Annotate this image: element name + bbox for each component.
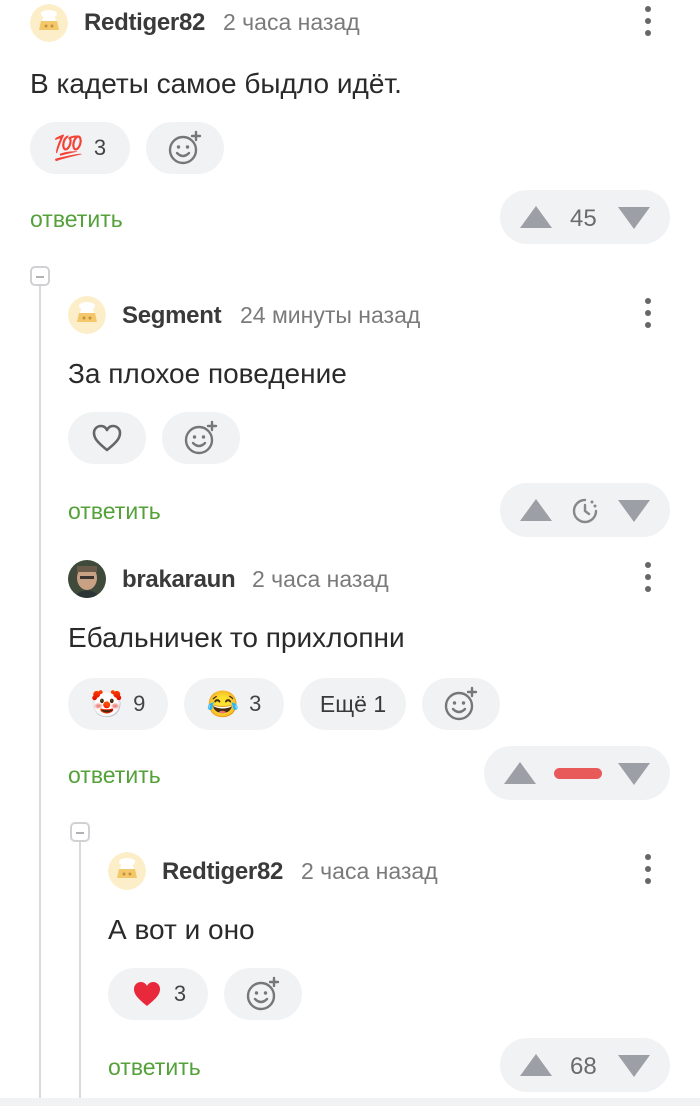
vote-widget: 68 bbox=[500, 1038, 670, 1092]
add-reaction-button[interactable] bbox=[146, 122, 224, 174]
more-vert-icon[interactable] bbox=[642, 562, 654, 596]
reply-link[interactable]: ответить bbox=[108, 1054, 201, 1081]
add-reaction-icon bbox=[246, 976, 280, 1011]
negative-rating-bar bbox=[554, 768, 602, 779]
comment-text: За плохое поведение bbox=[68, 358, 347, 389]
add-reaction-icon bbox=[168, 130, 202, 165]
upvote-icon[interactable] bbox=[504, 762, 536, 784]
vote-score: 45 bbox=[570, 205, 597, 232]
downvote-icon[interactable] bbox=[618, 1055, 650, 1077]
more-reactions-button[interactable]: Ещё 1 bbox=[300, 678, 406, 730]
downvote-icon[interactable] bbox=[618, 763, 650, 785]
reaction-pill[interactable]: 3 bbox=[108, 968, 208, 1020]
reply-link[interactable]: ответить bbox=[68, 498, 161, 525]
username[interactable]: Redtiger82 bbox=[84, 9, 205, 37]
vote-widget: 45 bbox=[500, 190, 670, 244]
username[interactable]: Redtiger82 bbox=[162, 858, 283, 886]
thread-line bbox=[39, 286, 41, 1106]
timestamp: 2 часа назад bbox=[223, 9, 360, 35]
like-button[interactable] bbox=[68, 412, 146, 464]
upvote-icon[interactable] bbox=[520, 499, 552, 521]
collapse-icon[interactable] bbox=[30, 266, 50, 286]
comment-text: Ебальничек то прихлопни bbox=[68, 622, 405, 653]
add-reaction-icon bbox=[184, 420, 218, 455]
heart-icon bbox=[133, 982, 160, 1006]
add-reaction-button[interactable] bbox=[422, 678, 500, 730]
add-reaction-icon bbox=[444, 686, 478, 721]
reaction-pill[interactable]: 💯 3 bbox=[30, 122, 130, 174]
timestamp: 2 часа назад bbox=[252, 566, 389, 592]
upvote-icon[interactable] bbox=[520, 1054, 552, 1076]
reply-link[interactable]: ответить bbox=[68, 762, 161, 789]
reaction-count: 9 bbox=[133, 691, 146, 716]
collapse-icon[interactable] bbox=[70, 822, 90, 842]
more-vert-icon[interactable] bbox=[642, 854, 654, 888]
avatar[interactable] bbox=[68, 560, 106, 598]
timestamp: 24 минуты назад bbox=[240, 302, 421, 328]
laughing-icon: 😂 bbox=[206, 688, 240, 719]
upvote-icon[interactable] bbox=[520, 206, 552, 228]
clown-icon: 🤡 bbox=[90, 688, 124, 719]
clock-icon bbox=[572, 498, 598, 524]
reaction-count: 3 bbox=[93, 135, 107, 160]
username[interactable]: brakaraun bbox=[122, 566, 236, 594]
downvote-icon[interactable] bbox=[618, 207, 650, 229]
vote-widget bbox=[500, 483, 670, 537]
downvote-icon[interactable] bbox=[618, 500, 650, 522]
avatar[interactable] bbox=[68, 296, 106, 334]
avatar[interactable] bbox=[30, 4, 68, 42]
username[interactable]: Segment bbox=[122, 302, 222, 330]
bottom-divider bbox=[0, 1098, 700, 1106]
add-reaction-button[interactable] bbox=[162, 412, 240, 464]
more-vert-icon[interactable] bbox=[642, 298, 654, 332]
avatar[interactable] bbox=[108, 852, 146, 890]
comment-text: В кадеты самое быдло идёт. bbox=[30, 68, 402, 99]
timestamp: 2 часа назад bbox=[301, 858, 438, 884]
heart-outline-icon bbox=[92, 424, 122, 452]
more-vert-icon[interactable] bbox=[642, 6, 654, 40]
reaction-count: 3 bbox=[249, 691, 262, 716]
reply-link[interactable]: ответить bbox=[30, 206, 123, 233]
add-reaction-button[interactable] bbox=[224, 968, 302, 1020]
thread-line bbox=[79, 842, 81, 1106]
reaction-count: 3 bbox=[173, 981, 187, 1006]
vote-widget bbox=[484, 746, 670, 800]
reaction-pill[interactable]: 😂 3 bbox=[184, 678, 284, 730]
reaction-pill[interactable]: 🤡 9 bbox=[68, 678, 168, 730]
hundred-icon: 💯 bbox=[53, 134, 84, 162]
vote-score: 68 bbox=[570, 1053, 597, 1080]
comment-text: А вот и оно bbox=[108, 914, 255, 945]
